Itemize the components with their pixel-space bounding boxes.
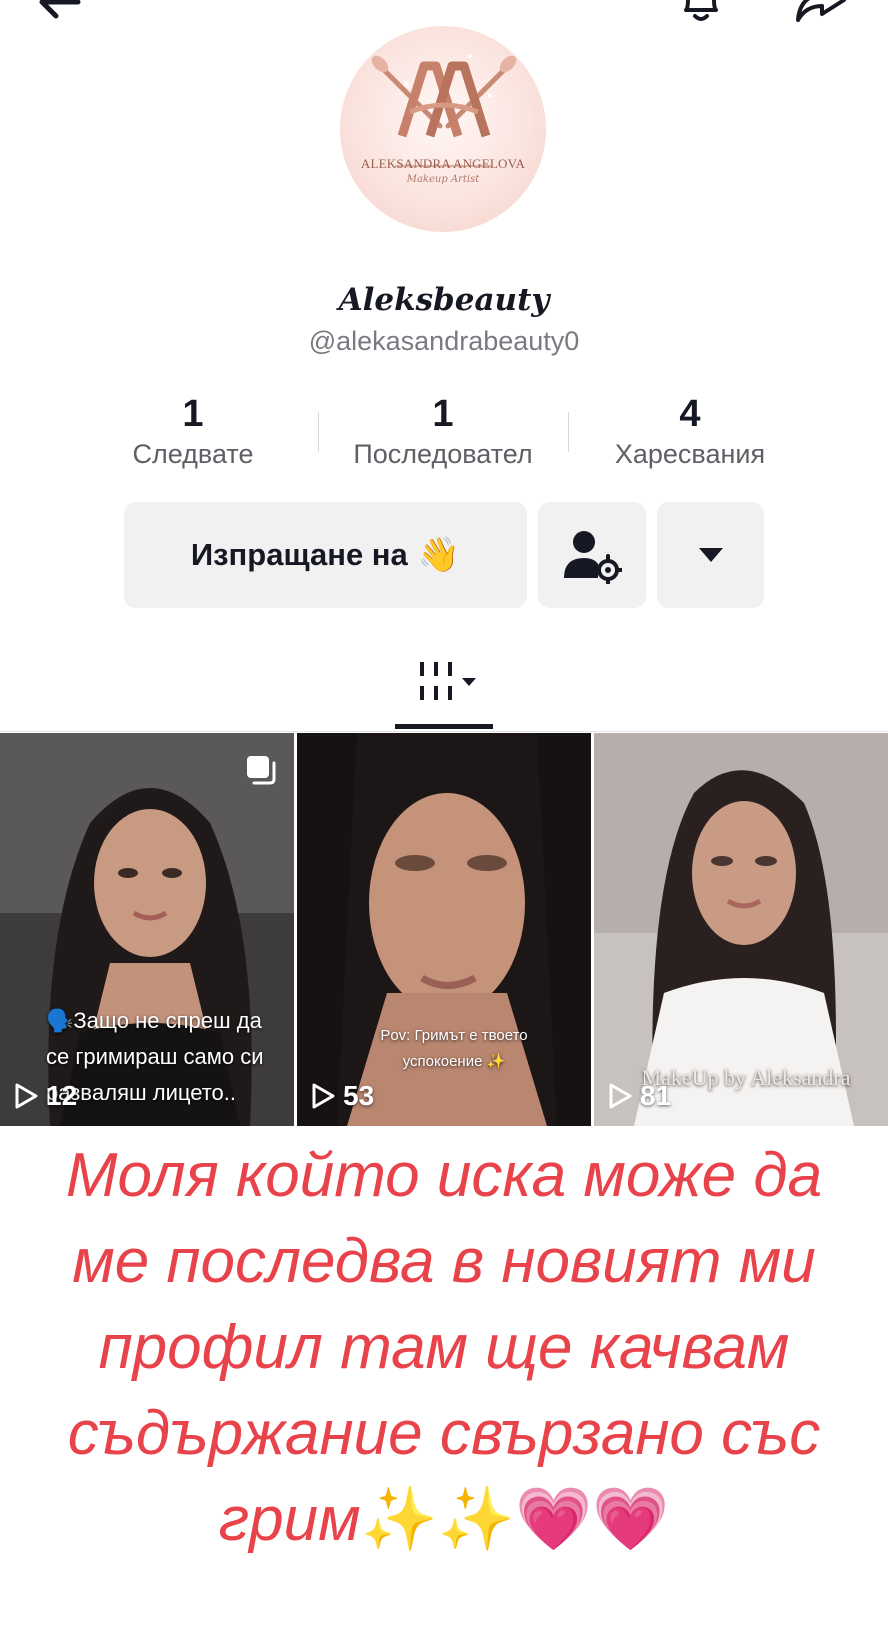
username: @alekasandrabeauty0 [308, 326, 580, 356]
stat-followers-value: 1 [432, 393, 454, 435]
stat-divider [318, 412, 319, 452]
avatar-brand-text: ALEKSANDRA ANGELOVA [360, 156, 526, 171]
waving-hand-icon: 👋 [417, 536, 461, 574]
stat-followers-label: Последовател [353, 439, 533, 469]
multi-photo-icon [244, 753, 278, 792]
video-view-count: 53 [311, 1080, 374, 1112]
stat-following[interactable]: 1 Следвате [108, 392, 278, 470]
stat-divider [568, 412, 569, 452]
message-button[interactable]: Изпращане на 👋 [124, 502, 527, 608]
video-tile[interactable]: MakeUp by Aleksandra 81 [594, 733, 888, 1126]
video-tile[interactable]: Pov: Гримът е твоето успокоение ✨ 53 [297, 733, 591, 1126]
story-text-overlay: Моля който иска може да ме последва в но… [20, 1133, 868, 1563]
video-views-value: 12 [46, 1080, 78, 1111]
stat-likes-label: Харесвания [614, 439, 766, 469]
caret-down-icon [698, 548, 723, 562]
stat-followers[interactable]: 1 Последовател [323, 392, 563, 470]
stat-likes[interactable]: 4 Харесвания [590, 392, 790, 470]
play-icon [15, 1083, 38, 1109]
video-caption: Pov: Гримът е твоето успокоение ✨ [380, 1027, 528, 1070]
video-tile[interactable]: 🗣️Защо не спреш да се гримираш само си р… [0, 733, 294, 1126]
video-views-value: 81 [640, 1080, 672, 1111]
grid-tab-icon [420, 662, 476, 700]
play-icon [312, 1083, 335, 1109]
stat-following-label: Следвате [132, 439, 254, 469]
play-icon [609, 1083, 632, 1109]
tab-divider [0, 731, 888, 732]
display-name: Aleksbeauty [338, 282, 550, 318]
profile-avatar[interactable]: ALEKSANDRA ANGELOVA Makeup Artist [340, 26, 546, 232]
stat-likes-value: 4 [679, 393, 701, 435]
stat-following-value: 1 [182, 393, 204, 435]
message-button-label: Изпращане на [190, 537, 408, 572]
video-view-count: 12 [14, 1080, 77, 1112]
avatar-tagline-text: Makeup Artist [406, 174, 480, 185]
video-views-value: 53 [343, 1080, 375, 1111]
bell-icon[interactable] [676, 0, 726, 24]
share-icon[interactable] [792, 0, 848, 24]
back-arrow-icon[interactable] [34, 0, 84, 22]
more-dropdown-button[interactable] [657, 502, 764, 608]
user-settings-icon [564, 531, 622, 584]
tab-active-indicator [395, 724, 493, 729]
tab-videos[interactable] [418, 660, 488, 711]
video-view-count: 81 [608, 1080, 671, 1112]
user-settings-button[interactable] [538, 502, 646, 608]
makeup-logo-icon [371, 54, 517, 167]
sparkles-hearts-icon: ✨✨💗💗 [360, 1485, 670, 1554]
